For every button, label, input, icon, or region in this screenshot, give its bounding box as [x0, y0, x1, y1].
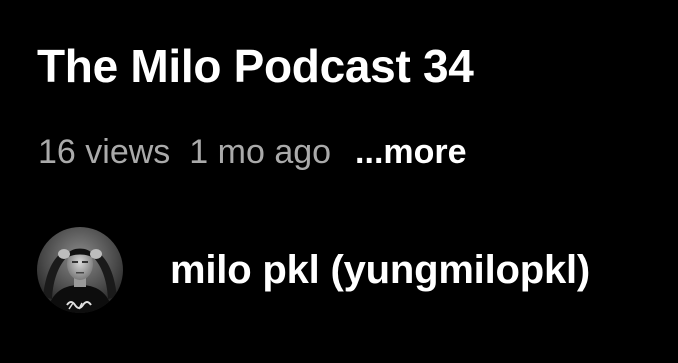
view-count: 16 views: [38, 132, 171, 171]
avatar-photo-icon: [37, 227, 123, 313]
video-metadata[interactable]: 16 views 1 mo ago ...more: [38, 130, 467, 174]
video-title: The Milo Podcast 34: [37, 40, 474, 92]
channel-name[interactable]: milo pkl (yungmilopkl): [170, 248, 590, 293]
channel-avatar[interactable]: [37, 227, 123, 313]
upload-age: 1 mo ago: [189, 132, 332, 171]
channel-row: milo pkl (yungmilopkl): [37, 227, 590, 313]
show-more-button[interactable]: ...more: [355, 133, 466, 172]
